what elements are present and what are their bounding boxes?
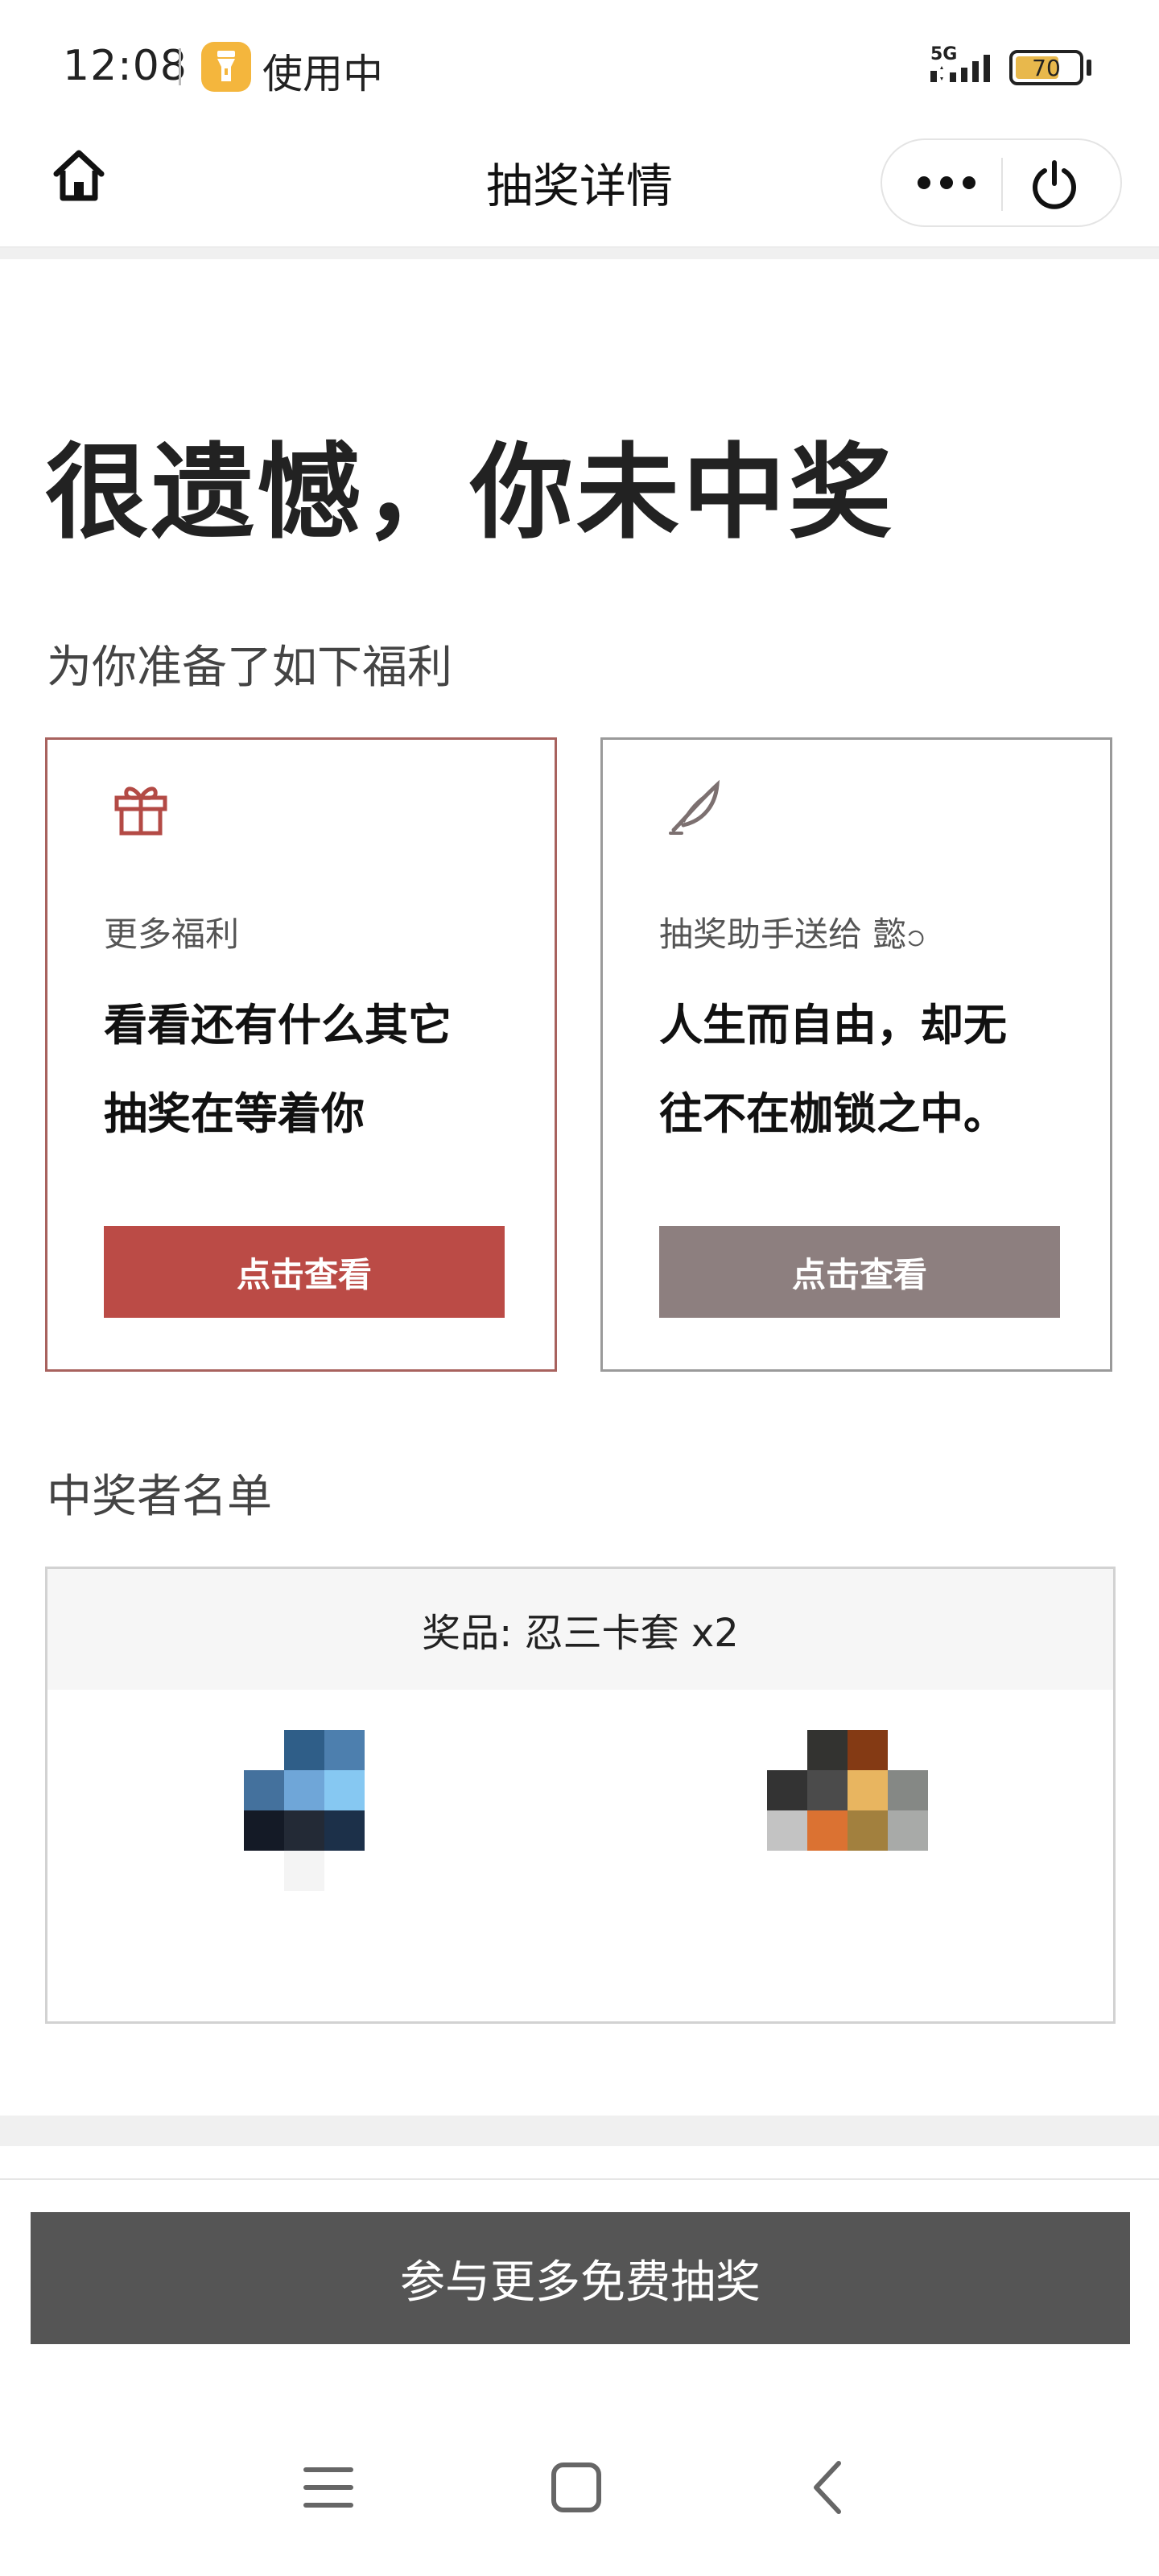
power-icon[interactable] [1027, 156, 1082, 211]
status-time: 12:08 [63, 42, 188, 90]
battery-icon: 70 [1009, 50, 1083, 85]
nav-shadow-strip [0, 248, 1159, 259]
card-text-line: 抽奖在等着你 [104, 1088, 365, 1139]
capsule-menu [881, 138, 1122, 227]
winners-section-label: 中奖者名单 [47, 1471, 272, 1523]
avatar[interactable] [767, 1730, 928, 1891]
card-text: 人生而自由，却无 往不在枷锁之中。 [659, 981, 1078, 1158]
home-square-icon[interactable] [536, 2447, 617, 2528]
card-label: 更多福利 [104, 914, 240, 954]
gift-icon [110, 777, 171, 838]
more-icon[interactable] [906, 140, 987, 225]
status-bar: 12:08 使用中 5G 70 [0, 0, 1159, 129]
system-nav-bar [0, 2447, 1159, 2528]
network-label: 5G [930, 44, 957, 64]
status-separator [179, 48, 181, 85]
result-title: 很遗憾，你未中奖 [45, 432, 896, 553]
battery-tip [1087, 60, 1091, 76]
flashlight-icon [201, 42, 251, 92]
view-quote-button[interactable]: 点击查看 [659, 1226, 1060, 1318]
signal-icon: 5G [926, 42, 1000, 87]
avatar[interactable] [244, 1730, 365, 1891]
feather-icon [666, 777, 727, 838]
capsule-divider [1001, 158, 1003, 211]
benefit-card-quote: 抽奖助手送给 懿၁ 人生而自由，却无 往不在枷锁之中。 点击查看 [600, 737, 1112, 1372]
footer-divider [0, 2178, 1159, 2180]
card-label: 抽奖助手送给 懿၁ [659, 914, 926, 954]
winners-list: 奖品: 忍三卡套 x2 [45, 1567, 1116, 2024]
card-text-line: 往不在枷锁之中。 [659, 1088, 1007, 1139]
prize-text: 奖品: 忍三卡套 x2 [47, 1569, 1113, 1690]
benefits-section-label: 为你准备了如下福利 [47, 642, 452, 694]
benefit-card-more: 更多福利 看看还有什么其它 抽奖在等着你 点击查看 [45, 737, 557, 1372]
view-more-button[interactable]: 点击查看 [104, 1226, 505, 1318]
card-text: 看看还有什么其它 抽奖在等着你 [104, 981, 522, 1158]
status-app-label: 使用中 [262, 51, 383, 97]
join-more-lotteries-button[interactable]: 参与更多免费抽奖 [31, 2212, 1130, 2344]
menu-icon[interactable] [288, 2447, 369, 2528]
card-text-line: 看看还有什么其它 [104, 1000, 452, 1051]
battery-level: 70 [1032, 54, 1061, 81]
back-icon[interactable] [789, 2447, 869, 2528]
section-divider [0, 2116, 1159, 2146]
nav-bar: 抽奖详情 [0, 129, 1159, 248]
card-text-line: 人生而自由，却无 [659, 1000, 1007, 1051]
